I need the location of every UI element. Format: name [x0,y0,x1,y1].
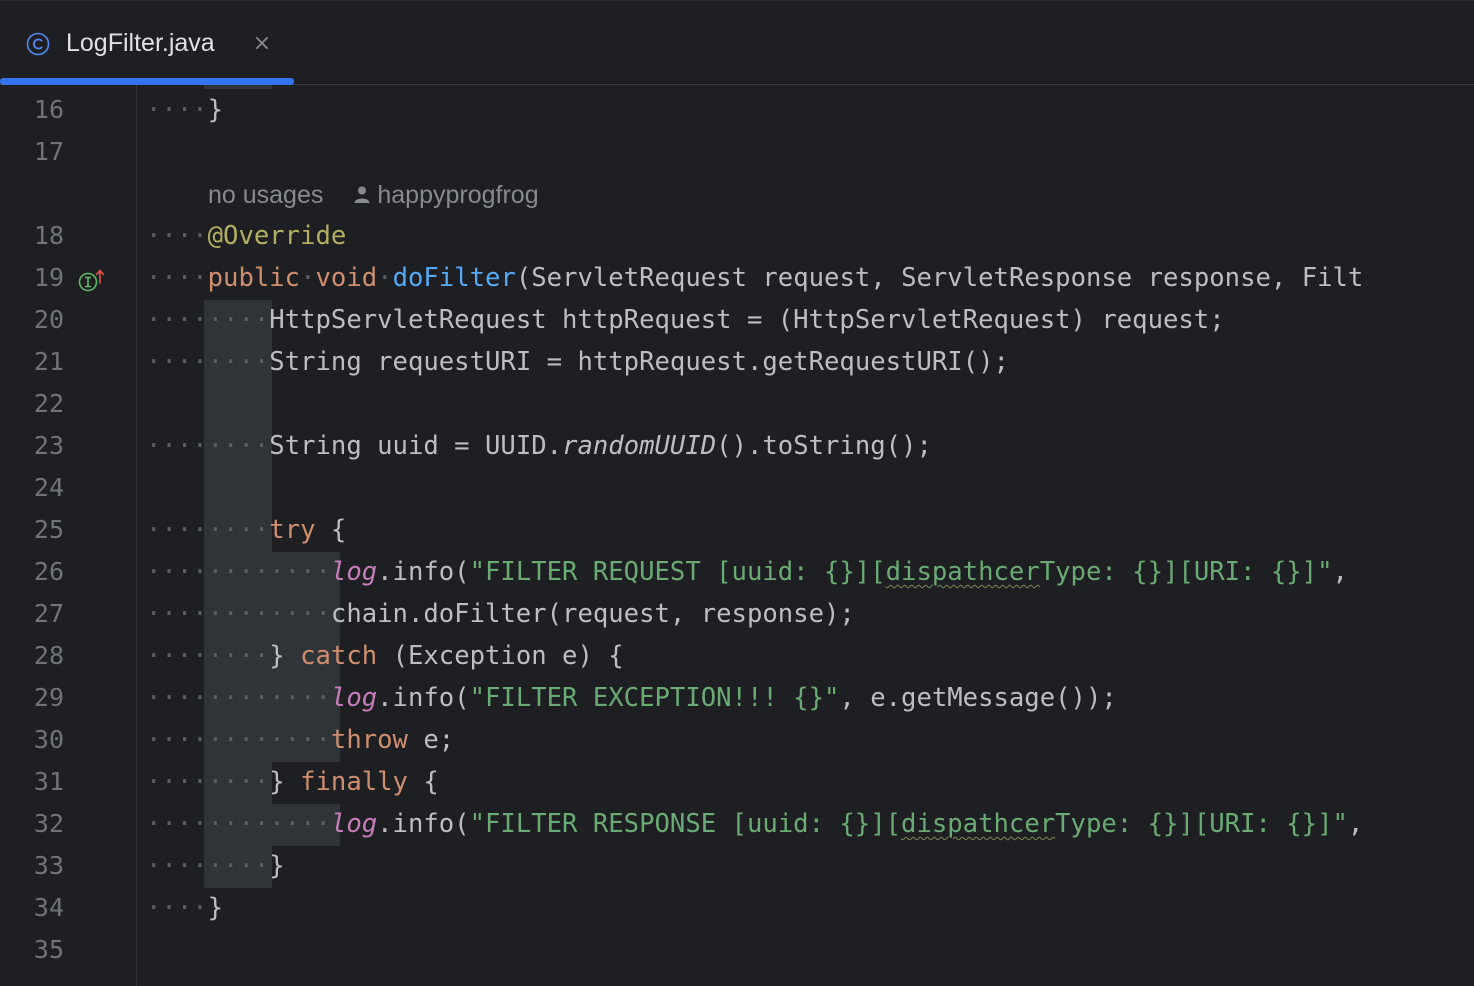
code-line-30: ············throw e; [146,725,455,755]
line-number: 27 [33,599,64,628]
line-number: 18 [33,221,64,250]
line-number: 21 [33,347,64,376]
implements-method-icon[interactable] [76,265,108,295]
tab-label: LogFilter.java [66,29,215,57]
line-number: 17 [33,137,64,166]
editor-tab-bar: LogFilter.java × [0,0,1474,85]
code-line-19: ····public·void·doFilter(ServletRequest … [146,263,1364,293]
code-vision-hint[interactable]: no usages happyprogfrog [208,175,539,215]
line-number: 28 [33,641,64,670]
line-number: 24 [33,473,64,502]
line-number: 23 [33,431,64,460]
author-hint[interactable]: happyprogfrog [377,181,538,209]
code-line-29: ············log.info("FILTER EXCEPTION!!… [146,683,1117,713]
user-icon [354,186,370,203]
code-line-23: ········String uuid = UUID.randomUUID().… [146,431,932,461]
code-line-26: ············log.info("FILTER REQUEST [uu… [146,557,1364,587]
class-icon [26,32,50,56]
code-line-33: ········} [146,851,285,881]
code-line-32: ············log.info("FILTER RESPONSE [u… [146,809,1364,839]
typo-highlight: dispathcer [901,809,1056,839]
close-icon[interactable]: × [250,31,274,57]
usages-hint[interactable]: no usages [208,181,323,209]
code-line-27: ············chain.doFilter(request, resp… [146,599,855,629]
typo-highlight: dispathcer [885,557,1040,587]
code-line-25: ········try { [146,515,347,545]
line-number: 25 [33,515,64,544]
line-number: 33 [33,851,64,880]
line-number: 30 [33,725,64,754]
line-number: 29 [33,683,64,712]
tab-logfilter-java[interactable]: LogFilter.java × [0,1,294,85]
code-line-21: ········String requestURI = httpRequest.… [146,347,1009,377]
line-number: 31 [33,767,64,796]
code-editor[interactable]: 16 17 18 19 20 21 22 23 24 25 26 27 28 2… [0,85,1474,986]
code-line-18: ····@Override [146,221,347,251]
line-number: 22 [33,389,64,418]
line-number: 20 [33,305,64,334]
line-number: 16 [33,95,64,124]
code-line-31: ········} finally { [146,767,439,797]
line-number: 34 [33,893,64,922]
code-line-28: ········} catch (Exception e) { [146,641,624,671]
active-tab-indicator [0,78,294,85]
line-number: 35 [33,935,64,964]
line-number: 32 [33,809,64,838]
line-number: 19 [33,263,64,292]
code-line-20: ········HttpServletRequest httpRequest =… [146,305,1225,335]
gutter-divider [136,85,137,986]
code-line-34: ····} [146,893,224,923]
code-line-16: ····} [146,95,224,125]
line-number: 26 [33,557,64,586]
